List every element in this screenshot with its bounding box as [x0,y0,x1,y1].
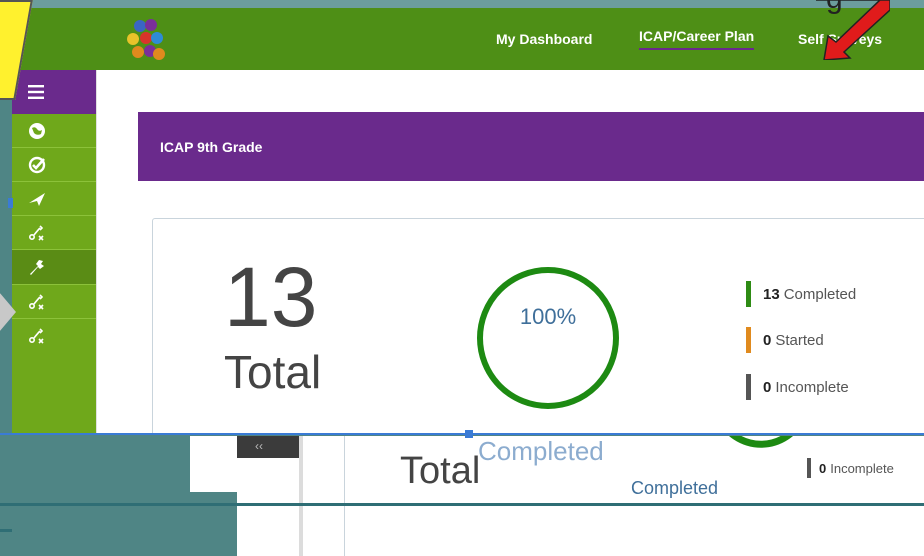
sidebar-item-check[interactable] [12,148,96,182]
sidebar-item-strategy[interactable] [12,216,96,250]
sidebar [12,70,96,435]
section-banner: ICAP 9th Grade [138,112,924,181]
sidebar-item-tools[interactable] [12,250,96,285]
completed-label-ghost: Completed [478,436,604,466]
slide-divider-line [0,503,924,506]
selection-handle[interactable] [465,430,473,438]
sidebar-item-plane[interactable] [12,182,96,216]
globe-icon [29,122,45,139]
strategy-icon [28,293,44,310]
main-content: ICAP 9th Grade 13 Total 100% 13 Complete… [97,70,924,435]
nav-icap-career-plan[interactable]: ICAP/Career Plan [639,8,755,70]
total-label: Total [224,346,322,398]
collapsed-sidebar: ‹‹ [237,436,299,458]
strategy-icon [28,224,44,241]
legend-bar-started [746,327,751,353]
summary-card: 13 Total 100% 13 Completed 0 Started 0 I… [152,218,924,435]
completed-label-zoomed: Completed [631,478,719,498]
completion-percent: 100% [519,304,577,329]
legend-completed: 13 Completed [746,281,856,307]
legend-started: 0 Started [746,327,824,353]
strategy-icon [28,327,44,344]
total-label-zoomed: Total [400,450,481,492]
chevron-icon: ‹‹ [255,439,263,453]
menu-icon [28,85,44,99]
app-logo [127,19,165,60]
selection-line [0,433,924,435]
slide-dash [0,529,12,532]
legend-incomplete: 0 Incomplete [746,374,849,400]
sidebar-item-strategy-2[interactable] [12,285,96,319]
legend-bar-incomplete [746,374,751,400]
completion-ring-zoomed [729,436,793,448]
gray-pointer [0,286,16,338]
legend-bar-incomplete-zoomed [807,458,811,478]
completion-ring [477,267,619,409]
callout-letter: g [826,0,843,16]
nav-my-dashboard[interactable]: My Dashboard [496,8,592,70]
app-screenshot: My Dashboard ICAP/Career Plan Self Surve… [12,8,924,435]
paper-plane-icon [29,192,45,206]
page-title: ICAP 9th Grade [160,138,263,155]
sidebar-item-strategy-3[interactable] [12,319,96,352]
check-badge-icon [28,156,46,173]
slide-white-block [190,436,238,492]
total-count: 13 [224,250,318,344]
legend-bar-completed [746,281,751,307]
sidebar-menu-toggle[interactable] [12,70,96,114]
selection-handle-left[interactable] [8,198,13,208]
wrench-icon [30,260,44,275]
sidebar-shadow [299,436,303,556]
sidebar-item-globe[interactable] [12,114,96,148]
legend-incomplete-zoomed: 0 Incomplete [807,458,894,478]
